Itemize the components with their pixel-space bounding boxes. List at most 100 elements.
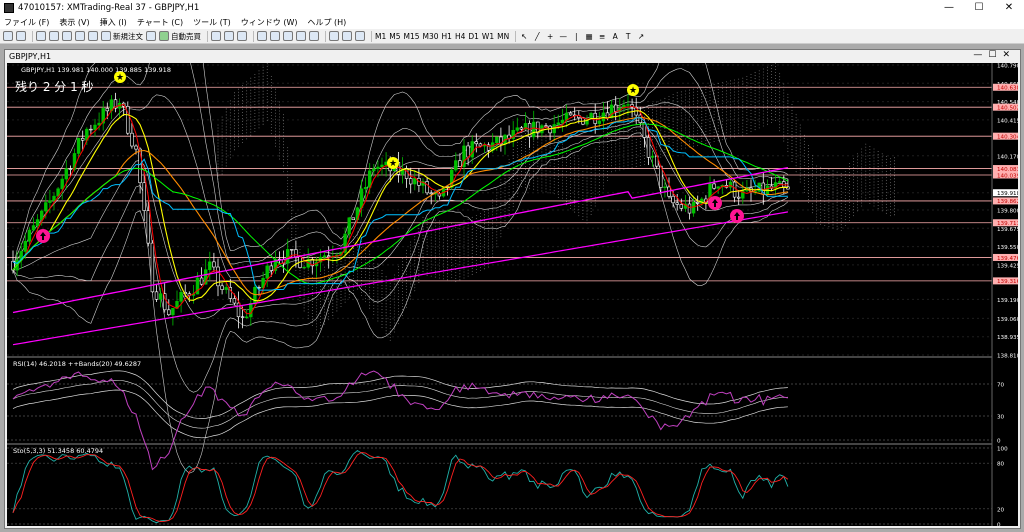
minimize-button[interactable]: — [934, 0, 964, 16]
cloud-dot [328, 268, 330, 270]
cloud-dot [500, 209, 502, 211]
candle-chart-button[interactable] [224, 30, 234, 42]
cloud-dot [836, 186, 838, 188]
cloud-dot [746, 99, 748, 101]
cursor-button[interactable]: ↖ [519, 30, 529, 42]
cloud-dot [287, 204, 289, 206]
cloud-dot [455, 266, 457, 268]
cloud-dot [762, 92, 764, 94]
label-button[interactable]: T [623, 30, 633, 42]
menu-chart[interactable]: チャート (C) [137, 17, 183, 28]
menu-window[interactable]: ウィンドウ (W) [241, 17, 298, 28]
cloud-dot [717, 125, 719, 127]
cloud-dot [721, 136, 723, 138]
chart-shift-button[interactable] [309, 30, 319, 42]
zoom-out-button[interactable] [270, 30, 280, 42]
cloud-dot [246, 96, 248, 98]
crosshair-button[interactable]: + [545, 30, 555, 42]
candle-body [716, 186, 720, 189]
cloud-dot [344, 259, 346, 261]
chart-window-controls[interactable]: —☐✕ [973, 50, 1016, 60]
fibo-button[interactable]: ≡ [597, 30, 607, 42]
terminal-button[interactable] [75, 30, 85, 42]
templates-button[interactable] [355, 30, 365, 42]
cloud-dot [574, 160, 576, 162]
bar-chart-button[interactable] [211, 30, 221, 42]
cloud-dot [664, 103, 666, 105]
timeframe-m5[interactable]: M5 [389, 30, 400, 42]
close-button[interactable]: ✕ [994, 0, 1024, 16]
auto-trade-button[interactable]: 自動売買 [159, 30, 201, 42]
tile-windows-button[interactable] [283, 30, 293, 42]
cloud-dot [894, 196, 895, 198]
vline-button[interactable]: | [571, 30, 581, 42]
timeframe-w1[interactable]: W1 [482, 30, 494, 42]
cloud-dot [484, 229, 485, 231]
cloud-dot [238, 91, 239, 93]
cloud-dot [885, 170, 887, 172]
cloud-dot [676, 140, 678, 142]
cloud-dot [816, 213, 817, 215]
navigator-button[interactable] [62, 30, 72, 42]
chart-area[interactable]: ★★★ 140.790140.665140.540140.415140.1701… [7, 63, 1018, 526]
cloud-dot [402, 300, 403, 301]
zoom-in-button[interactable] [257, 30, 267, 42]
cloud-dot [779, 79, 781, 81]
menu-insert[interactable]: 挿入 (I) [100, 17, 127, 28]
cloud-dot [533, 164, 535, 166]
cloud-dot [246, 111, 248, 113]
cloud-dot [779, 109, 781, 111]
auto-scroll-button[interactable] [296, 30, 306, 42]
channel-button[interactable]: ▦ [584, 30, 594, 42]
cloud-dot [758, 115, 760, 117]
timeframe-m15[interactable]: M15 [404, 30, 420, 42]
cloud-dot [873, 169, 875, 171]
cloud-dot [865, 161, 867, 163]
cloud-dot [594, 184, 596, 186]
cloud-dot [644, 149, 645, 150]
timeframe-d1[interactable]: D1 [468, 30, 479, 42]
indicators-button[interactable] [329, 30, 339, 42]
cloud-dot [689, 98, 690, 100]
timeframe-h4[interactable]: H4 [455, 30, 465, 42]
profiles-button[interactable] [16, 30, 26, 42]
menu-view[interactable]: 表示 (V) [59, 17, 89, 28]
cloud-dot [258, 91, 260, 93]
timeframe-m1[interactable]: M1 [375, 30, 386, 42]
timeframe-mn[interactable]: MN [497, 30, 509, 42]
menu-help[interactable]: ヘルプ (H) [307, 17, 346, 28]
line-chart-button[interactable] [237, 30, 247, 42]
cloud-dot [508, 207, 510, 209]
cloud-dot [849, 169, 850, 171]
new-order-button[interactable]: 新規注文 [101, 30, 143, 42]
cloud-dot [385, 288, 387, 290]
menu-tools[interactable]: ツール (T) [193, 17, 231, 28]
new-chart-button[interactable] [3, 30, 13, 42]
cloud-dot [504, 187, 506, 189]
cloud-dot [451, 223, 453, 225]
cloud-dot [730, 137, 731, 139]
data-window-button[interactable] [49, 30, 59, 42]
periods-button[interactable] [342, 30, 352, 42]
metaeditor-button[interactable] [146, 30, 156, 42]
cloud-dot [771, 109, 772, 111]
cloud-dot [873, 172, 875, 174]
cloud-dot [840, 217, 842, 219]
timeframe-h1[interactable]: H1 [442, 30, 452, 42]
market-watch-button[interactable] [36, 30, 46, 42]
cloud-dot [787, 123, 789, 125]
arrows-button[interactable]: ↗ [636, 30, 646, 42]
cloud-dot [475, 233, 477, 234]
cloud-dot [283, 153, 284, 155]
axis-background [993, 63, 1018, 526]
tester-button[interactable] [88, 30, 98, 42]
text-button[interactable]: A [610, 30, 620, 42]
cloud-dot [385, 303, 387, 305]
cloud-dot [484, 250, 485, 252]
maximize-button[interactable]: ☐ [964, 0, 994, 16]
menu-file[interactable]: ファイル (F) [4, 17, 49, 28]
trendline-button[interactable]: ╱ [532, 30, 542, 42]
timeframe-m30[interactable]: M30 [423, 30, 439, 42]
hline-button[interactable]: — [558, 30, 568, 42]
cloud-dot [607, 149, 608, 151]
